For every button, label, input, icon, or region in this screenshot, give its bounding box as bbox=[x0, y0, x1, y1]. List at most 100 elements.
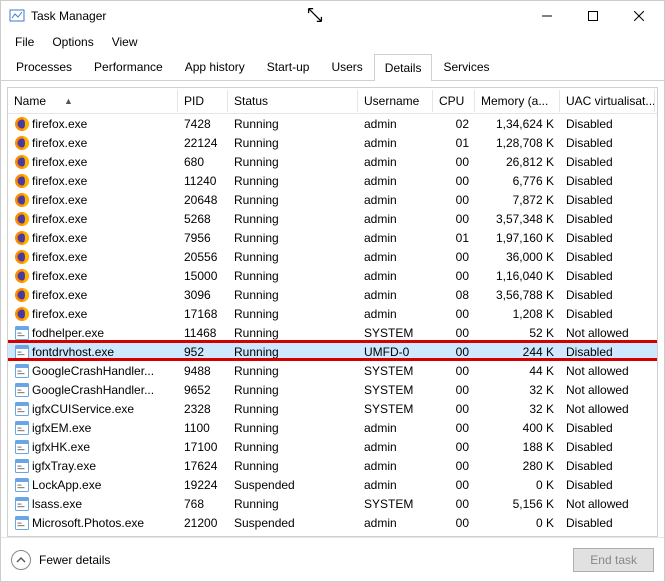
col-uac[interactable]: UAC virtualisat... bbox=[560, 90, 655, 112]
tab-app-history[interactable]: App history bbox=[174, 53, 256, 80]
table-row[interactable]: firefox.exe15000Runningadmin001,16,040 K… bbox=[8, 266, 657, 285]
uac: Disabled bbox=[560, 155, 655, 169]
col-username[interactable]: Username bbox=[358, 90, 433, 112]
memory: 32 K bbox=[475, 383, 560, 397]
pid: 11468 bbox=[178, 326, 228, 340]
process-name: firefox.exe bbox=[32, 193, 87, 207]
col-cpu[interactable]: CPU bbox=[433, 90, 475, 112]
cpu: 00 bbox=[433, 497, 475, 511]
uac: Not allowed bbox=[560, 402, 655, 416]
table-row[interactable]: firefox.exe680Runningadmin0026,812 KDisa… bbox=[8, 152, 657, 171]
username: SYSTEM bbox=[358, 326, 433, 340]
table-row[interactable]: lsass.exe768RunningSYSTEM005,156 KNot al… bbox=[8, 494, 657, 513]
uac: Disabled bbox=[560, 516, 655, 530]
cpu: 00 bbox=[433, 516, 475, 530]
username: admin bbox=[358, 231, 433, 245]
tab-processes[interactable]: Processes bbox=[5, 53, 83, 80]
memory: 26,812 K bbox=[475, 155, 560, 169]
uac: Not allowed bbox=[560, 364, 655, 378]
tab-details[interactable]: Details bbox=[374, 54, 433, 81]
exe-icon bbox=[14, 344, 30, 360]
status: Running bbox=[228, 136, 358, 150]
table-row[interactable]: firefox.exe11240Runningadmin006,776 KDis… bbox=[8, 171, 657, 190]
username: SYSTEM bbox=[358, 497, 433, 511]
pid: 15000 bbox=[178, 269, 228, 283]
pid: 17624 bbox=[178, 459, 228, 473]
status: Running bbox=[228, 117, 358, 131]
grid-body[interactable]: firefox.exe7428Runningadmin021,34,624 KD… bbox=[8, 114, 657, 536]
username: SYSTEM bbox=[358, 383, 433, 397]
table-row[interactable]: igfxCUIService.exe2328RunningSYSTEM0032 … bbox=[8, 399, 657, 418]
process-name: firefox.exe bbox=[32, 307, 87, 321]
status: Running bbox=[228, 345, 358, 359]
end-task-button[interactable]: End task bbox=[573, 548, 654, 572]
table-row[interactable]: igfxHK.exe17100Runningadmin00188 KDisabl… bbox=[8, 437, 657, 456]
menu-file[interactable]: File bbox=[7, 33, 42, 51]
minimize-button[interactable] bbox=[524, 1, 570, 31]
maximize-button[interactable] bbox=[570, 1, 616, 31]
table-row[interactable]: Microsoft.Photos.exe21200Suspendedadmin0… bbox=[8, 513, 657, 532]
username: SYSTEM bbox=[358, 364, 433, 378]
process-name: firefox.exe bbox=[32, 174, 87, 188]
table-row[interactable]: firefox.exe20648Runningadmin007,872 KDis… bbox=[8, 190, 657, 209]
table-row[interactable]: fodhelper.exe11468RunningSYSTEM0052 KNot… bbox=[8, 323, 657, 342]
firefox-icon bbox=[14, 268, 30, 284]
table-row[interactable]: GoogleCrashHandler...9652RunningSYSTEM00… bbox=[8, 380, 657, 399]
close-button[interactable] bbox=[616, 1, 662, 31]
firefox-icon bbox=[14, 116, 30, 132]
uac: Disabled bbox=[560, 212, 655, 226]
col-pid[interactable]: PID bbox=[178, 90, 228, 112]
col-memory[interactable]: Memory (a... bbox=[475, 90, 560, 112]
table-row[interactable]: firefox.exe17168Runningadmin001,208 KDis… bbox=[8, 304, 657, 323]
menu-view[interactable]: View bbox=[104, 33, 146, 51]
table-row[interactable]: igfxEM.exe1100Runningadmin00400 KDisable… bbox=[8, 418, 657, 437]
table-row[interactable]: firefox.exe7956Runningadmin011,97,160 KD… bbox=[8, 228, 657, 247]
uac: Disabled bbox=[560, 307, 655, 321]
memory: 3,56,788 K bbox=[475, 288, 560, 302]
uac: Not allowed bbox=[560, 383, 655, 397]
username: admin bbox=[358, 288, 433, 302]
table-row[interactable]: LockApp.exe19224Suspendedadmin000 KDisab… bbox=[8, 475, 657, 494]
table-row[interactable]: igfxTray.exe17624Runningadmin00280 KDisa… bbox=[8, 456, 657, 475]
memory: 0 K bbox=[475, 516, 560, 530]
tab-performance[interactable]: Performance bbox=[83, 53, 174, 80]
cpu: 00 bbox=[433, 155, 475, 169]
exe-icon bbox=[14, 496, 30, 512]
table-row[interactable]: fontdrvhost.exe952RunningUMFD-000244 KDi… bbox=[8, 342, 657, 361]
firefox-icon bbox=[14, 173, 30, 189]
table-row[interactable]: firefox.exe20556Runningadmin0036,000 KDi… bbox=[8, 247, 657, 266]
menu-options[interactable]: Options bbox=[44, 33, 101, 51]
memory: 7,872 K bbox=[475, 193, 560, 207]
pid: 11240 bbox=[178, 174, 228, 188]
cpu: 00 bbox=[433, 193, 475, 207]
fewer-details-button[interactable]: Fewer details bbox=[11, 550, 110, 570]
pid: 20648 bbox=[178, 193, 228, 207]
pid: 680 bbox=[178, 155, 228, 169]
tab-users[interactable]: Users bbox=[320, 53, 373, 80]
table-row[interactable]: GoogleCrashHandler...9488RunningSYSTEM00… bbox=[8, 361, 657, 380]
cpu: 00 bbox=[433, 345, 475, 359]
status: Running bbox=[228, 459, 358, 473]
memory: 3,57,348 K bbox=[475, 212, 560, 226]
cpu: 08 bbox=[433, 288, 475, 302]
firefox-icon bbox=[14, 154, 30, 170]
status: Running bbox=[228, 288, 358, 302]
col-status[interactable]: Status bbox=[228, 90, 358, 112]
sort-asc-icon: ▲ bbox=[64, 96, 73, 106]
table-row[interactable]: firefox.exe7428Runningadmin021,34,624 KD… bbox=[8, 114, 657, 133]
process-name: firefox.exe bbox=[32, 136, 87, 150]
pid: 7428 bbox=[178, 117, 228, 131]
memory: 1,34,624 K bbox=[475, 117, 560, 131]
table-row[interactable]: firefox.exe22124Runningadmin011,28,708 K… bbox=[8, 133, 657, 152]
tab-services[interactable]: Services bbox=[432, 53, 500, 80]
firefox-icon bbox=[14, 211, 30, 227]
table-row[interactable]: firefox.exe5268Runningadmin003,57,348 KD… bbox=[8, 209, 657, 228]
chevron-up-icon bbox=[11, 550, 31, 570]
status: Running bbox=[228, 269, 358, 283]
username: admin bbox=[358, 307, 433, 321]
tab-startup[interactable]: Start-up bbox=[256, 53, 321, 80]
table-row[interactable]: firefox.exe3096Runningadmin083,56,788 KD… bbox=[8, 285, 657, 304]
uac: Disabled bbox=[560, 288, 655, 302]
status: Running bbox=[228, 212, 358, 226]
col-name[interactable]: Name▲ bbox=[8, 90, 178, 112]
